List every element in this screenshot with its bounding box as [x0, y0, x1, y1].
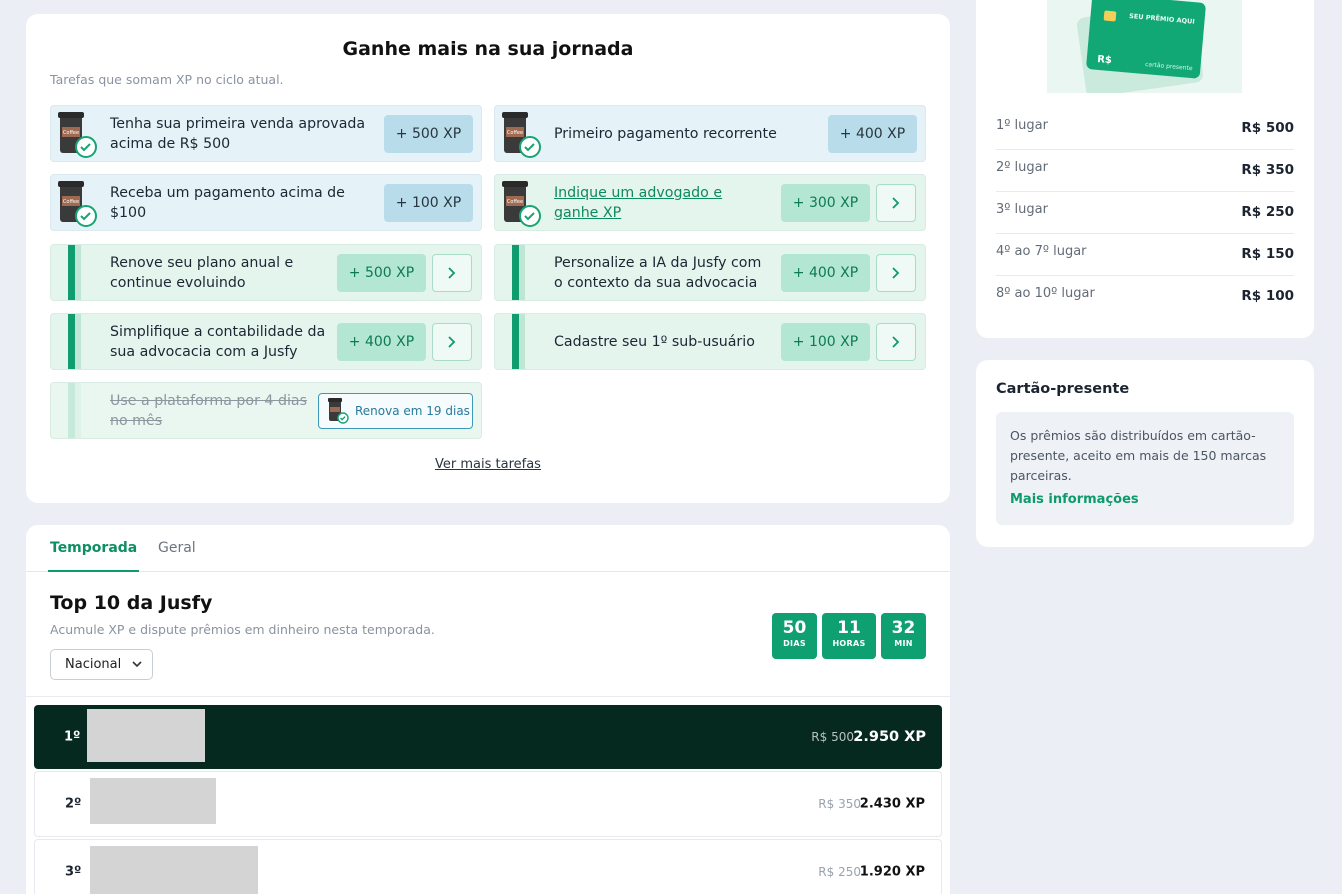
rank-position: 3º: [65, 864, 82, 880]
task-open-button[interactable]: [876, 184, 916, 222]
task-accounting[interactable]: Simplifique a contabilidade da sua advoc…: [50, 313, 482, 370]
xp-reward-badge: + 100 XP: [384, 184, 473, 222]
coffee-badge-icon: [328, 398, 349, 424]
task-open-button[interactable]: [432, 254, 472, 292]
ranking-row[interactable]: 3º R$ 250 1.920 XP: [34, 839, 942, 894]
redacted-user: [90, 778, 216, 824]
scope-select-value: Nacional: [65, 657, 122, 672]
task-open-button[interactable]: [876, 254, 916, 292]
renew-label: Renova em 19 dias: [355, 404, 470, 418]
svg-text:Coffee: Coffee: [507, 199, 523, 205]
svg-text:Coffee: Coffee: [63, 130, 79, 136]
timer-minutes: 32 MIN: [881, 613, 926, 659]
task-progress-bar: [512, 314, 519, 369]
ranking-row[interactable]: 2º R$ 350 2.430 XP: [34, 771, 942, 837]
task-link[interactable]: Indique um advogado e ganhe XP: [554, 183, 769, 223]
task-recurring-payment: Coffee Primeiro pagamento recorrente + 4…: [494, 105, 926, 162]
chevron-right-icon: [892, 197, 900, 209]
tab-temporada[interactable]: Temporada: [47, 540, 140, 572]
ranking-tabs: Temporada Geral: [26, 525, 950, 572]
xp-reward-badge: + 400 XP: [337, 323, 426, 361]
xp-reward-badge: + 400 XP: [828, 115, 917, 153]
task-first-sale: Coffee Tenha sua primeira venda aprovada…: [50, 105, 482, 162]
task-progress-bar: [68, 383, 75, 438]
tab-geral[interactable]: Geral: [158, 540, 196, 556]
journey-card: Ganhe mais na sua jornada Tarefas que so…: [26, 14, 950, 503]
divider: [26, 696, 950, 697]
giftcard-info-box: Os prêmios são distribuídos em cartão-pr…: [996, 412, 1294, 525]
journey-title: Ganhe mais na sua jornada: [342, 38, 634, 60]
task-open-button[interactable]: [432, 323, 472, 361]
redacted-user: [90, 846, 258, 894]
rank-xp: 2.430 XP: [859, 796, 925, 812]
coffee-badge-icon: Coffee: [502, 112, 541, 158]
task-label: Receba um pagamento acima de $100: [110, 184, 345, 221]
ranking-subtitle: Acumule XP e dispute prêmios em dinheiro…: [50, 622, 435, 637]
gift-card-image: SEU PRÊMIO AQUI R$ cartão presente: [1077, 0, 1206, 93]
task-label: Cadastre seu 1º sub-usuário: [554, 333, 755, 350]
task-progress-bar: [68, 314, 75, 369]
svg-text:Coffee: Coffee: [507, 130, 523, 136]
xp-reward-badge: + 300 XP: [781, 184, 870, 222]
scope-select[interactable]: Nacional: [50, 649, 153, 680]
svg-text:Coffee: Coffee: [63, 199, 79, 205]
ranking-card: Temporada Geral Top 10 da Jusfy Acumule …: [26, 525, 950, 894]
timer-hours: 11 HORAS: [822, 613, 876, 659]
timer-days: 50 DIAS: [772, 613, 817, 659]
chevron-right-icon: [448, 267, 456, 279]
chevron-right-icon: [448, 336, 456, 348]
coffee-badge-icon: Coffee: [58, 181, 97, 227]
chevron-right-icon: [892, 336, 900, 348]
task-label: Primeiro pagamento recorrente: [554, 125, 777, 142]
rank-position: 1º: [64, 729, 81, 745]
ranking-title: Top 10 da Jusfy: [50, 592, 213, 614]
xp-reward-badge: + 500 XP: [337, 254, 426, 292]
rank-prize: R$ 500: [811, 730, 854, 744]
task-personalize-ai[interactable]: Personalize a IA da Jusfy com o contexto…: [494, 244, 926, 301]
redacted-user: [87, 709, 205, 762]
rank-xp: 1.920 XP: [859, 864, 925, 880]
prize-row: 8º ao 10º lugar R$ 100: [996, 286, 1294, 304]
prize-row: 2º lugar R$ 350: [996, 150, 1294, 192]
task-label: Tenha sua primeira venda aprovada acima …: [110, 115, 366, 152]
xp-reward-badge: + 500 XP: [384, 115, 473, 153]
rank-prize: R$ 250: [818, 865, 861, 879]
giftcard-info-card: Cartão-presente Os prêmios são distribuí…: [976, 360, 1314, 547]
task-progress-bar: [512, 245, 519, 300]
task-payment-over-100: Coffee Receba um pagamento acima de $100…: [50, 174, 482, 231]
gift-card-illustration: SEU PRÊMIO AQUI R$ cartão presente: [1047, 0, 1242, 93]
chevron-right-icon: [892, 267, 900, 279]
renew-countdown-badge: Renova em 19 dias: [318, 393, 473, 429]
rank-prize: R$ 350: [818, 797, 861, 811]
svg-text:R$: R$: [1097, 54, 1113, 66]
prizes-card: SEU PRÊMIO AQUI R$ cartão presente 1º lu…: [976, 0, 1314, 338]
task-sub-user[interactable]: Cadastre seu 1º sub-usuário + 100 XP: [494, 313, 926, 370]
task-use-platform: Use a plataforma por 4 dias no mês Renov…: [50, 382, 482, 439]
xp-reward-badge: + 100 XP: [781, 323, 870, 361]
coffee-badge-icon: Coffee: [58, 112, 97, 158]
task-open-button[interactable]: [876, 323, 916, 361]
task-label: Simplifique a contabilidade da sua advoc…: [110, 323, 326, 360]
more-info-link[interactable]: Mais informações: [1010, 492, 1139, 507]
xp-reward-badge: + 400 XP: [781, 254, 870, 292]
task-renew-plan[interactable]: Renove seu plano anual e continue evolui…: [50, 244, 482, 301]
rank-xp: 2.950 XP: [853, 729, 926, 745]
giftcard-description: Os prêmios são distribuídos em cartão-pr…: [1010, 428, 1267, 483]
journey-subtitle: Tarefas que somam XP no ciclo atual.: [50, 72, 284, 87]
coffee-badge-icon: Coffee: [502, 181, 541, 227]
task-progress-bar: [68, 245, 75, 300]
giftcard-title: Cartão-presente: [996, 381, 1130, 397]
prize-row: 1º lugar R$ 500: [996, 108, 1294, 150]
task-refer-lawyer[interactable]: Coffee Indique um advogado e ganhe XP + …: [494, 174, 926, 231]
prize-row: 3º lugar R$ 250: [996, 192, 1294, 234]
rank-position: 2º: [65, 796, 82, 812]
task-label: Renove seu plano anual e continue evolui…: [110, 254, 294, 291]
chevron-down-icon: [132, 661, 142, 668]
ranking-row[interactable]: 1º R$ 500 2.950 XP: [34, 705, 942, 769]
see-more-tasks-link[interactable]: Ver mais tarefas: [26, 457, 950, 472]
prize-row: 4º ao 7º lugar R$ 150: [996, 234, 1294, 276]
task-label: Personalize a IA da Jusfy com o contexto…: [554, 254, 762, 291]
task-label: Use a plataforma por 4 dias no mês: [110, 392, 307, 429]
prize-list: 1º lugar R$ 500 2º lugar R$ 350 3º lugar…: [996, 108, 1294, 318]
